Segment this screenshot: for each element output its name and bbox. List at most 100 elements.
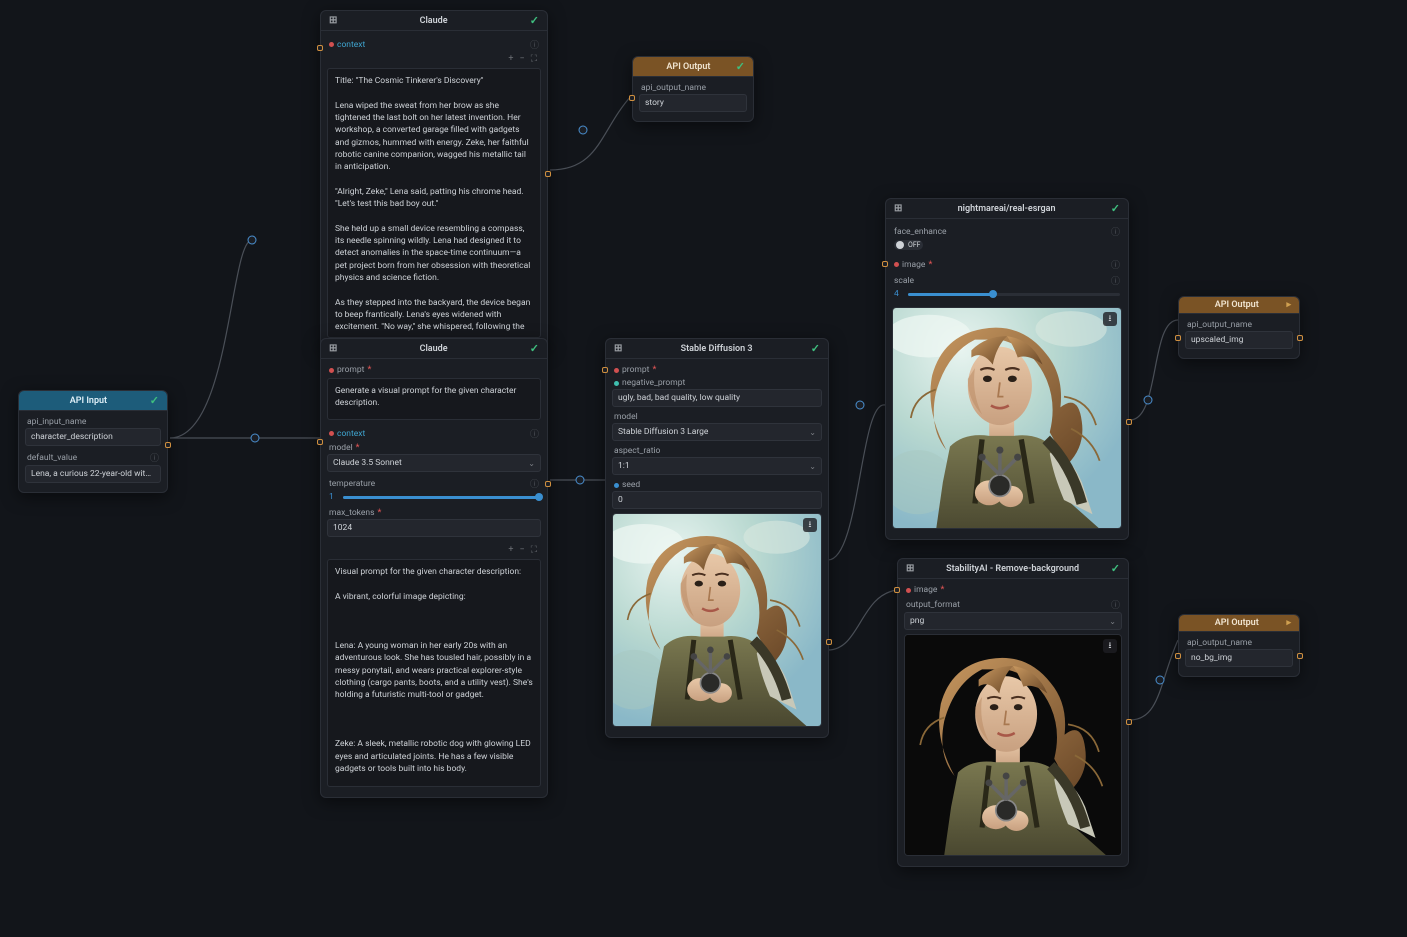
face-enhance-label: face_enhanceⓘ <box>892 223 1122 239</box>
input-port[interactable] <box>882 261 888 267</box>
api-output-name-field[interactable]: story <box>639 94 747 112</box>
minimize-icon[interactable]: − <box>520 545 525 555</box>
chevron-down-icon: ⌄ <box>809 428 816 437</box>
field-label: api_output_name <box>639 81 747 94</box>
node-api-input[interactable]: API Input ✓ api_input_name character_des… <box>18 390 168 493</box>
minimize-icon[interactable]: − <box>520 54 525 64</box>
node-title: StabilityAI - Remove-background <box>914 564 1110 574</box>
seed-label: seed <box>612 478 822 491</box>
info-icon[interactable]: ⓘ <box>530 477 539 490</box>
node-claude-story[interactable]: ⊞ Claude ✓ contextⓘ + − ⛶ Title: "The Co… <box>320 10 548 349</box>
robot-icon: ⊞ <box>329 15 337 26</box>
scale-value: 4 <box>894 289 904 299</box>
info-icon[interactable]: ⓘ <box>530 427 539 440</box>
node-header[interactable]: ⊞ nightmareai/real-esrgan ✓ <box>886 199 1128 219</box>
node-claude-visualprompt[interactable]: ⊞ Claude ✓ prompt* Generate a visual pro… <box>320 338 548 798</box>
node-remove-background[interactable]: ⊞ StabilityAI - Remove-background ✓ imag… <box>897 558 1129 867</box>
output-port[interactable] <box>1126 719 1132 725</box>
info-icon[interactable]: ⓘ <box>150 451 159 464</box>
play-icon[interactable]: ▸ <box>1286 618 1291 628</box>
node-api-output-story[interactable]: API Output ✓ api_output_name story <box>632 56 754 122</box>
face-enhance-toggle[interactable]: OFF <box>894 240 923 250</box>
input-port[interactable] <box>1175 653 1181 659</box>
seed-field[interactable]: 0 <box>612 491 822 509</box>
input-port[interactable] <box>894 587 900 593</box>
info-icon[interactable]: ⓘ <box>1111 258 1120 271</box>
input-port[interactable] <box>602 367 608 373</box>
node-api-output-upscaled[interactable]: API Output ▸ api_output_name upscaled_im… <box>1178 296 1300 359</box>
temperature-value: 1 <box>329 492 339 502</box>
chevron-down-icon: ⌄ <box>528 459 535 468</box>
expand-icon[interactable]: ⛶ <box>531 54 537 64</box>
output-port[interactable] <box>826 639 832 645</box>
info-icon[interactable]: ⓘ <box>1111 274 1120 287</box>
prompt-field[interactable]: Generate a visual prompt for the given c… <box>327 378 541 420</box>
download-icon[interactable]: ⭳ <box>1103 312 1117 326</box>
node-header[interactable]: ⊞ StabilityAI - Remove-background ✓ <box>898 559 1128 579</box>
api-input-name-field[interactable]: character_description <box>25 428 161 446</box>
prompt-label: prompt* <box>612 363 822 376</box>
node-header[interactable]: API Output ▸ <box>1179 615 1299 632</box>
download-icon[interactable]: ⭳ <box>803 518 817 532</box>
image-label: image* <box>904 583 1122 596</box>
info-icon[interactable]: ⓘ <box>1111 598 1120 611</box>
output-format-label: output_formatⓘ <box>904 596 1122 612</box>
output-format-select[interactable]: png⌄ <box>904 612 1122 630</box>
robot-icon: ⊞ <box>614 343 622 354</box>
node-header[interactable]: ⊞ Claude ✓ <box>321 11 547 31</box>
node-real-esrgan[interactable]: ⊞ nightmareai/real-esrgan ✓ face_enhance… <box>885 198 1129 540</box>
output-port[interactable] <box>1297 335 1303 341</box>
input-port[interactable] <box>629 95 635 101</box>
output-port[interactable] <box>545 481 551 487</box>
prompt-label: prompt* <box>327 363 541 376</box>
api-output-name-field[interactable]: upscaled_img <box>1185 331 1293 349</box>
api-output-name-field[interactable]: no_bg_img <box>1185 649 1293 667</box>
negative-prompt-field[interactable]: ugly, bad, bad quality, low quality <box>612 389 822 407</box>
model-select[interactable]: Claude 3.5 Sonnet⌄ <box>327 454 541 472</box>
model-select[interactable]: Stable Diffusion 3 Large⌄ <box>612 423 822 441</box>
node-header[interactable]: ⊞ Stable Diffusion 3 ✓ <box>606 339 828 359</box>
status-check-icon: ✓ <box>1111 562 1120 575</box>
temperature-label: temperatureⓘ <box>327 475 541 491</box>
scale-label: scaleⓘ <box>892 272 1122 288</box>
expand-icon[interactable]: ⛶ <box>531 545 537 555</box>
output-port[interactable] <box>165 442 171 448</box>
temperature-slider[interactable] <box>343 496 539 499</box>
negative-prompt-label: negative_prompt <box>612 376 822 389</box>
input-port[interactable] <box>317 45 323 51</box>
scale-slider[interactable] <box>908 293 1120 296</box>
robot-icon: ⊞ <box>329 343 337 354</box>
download-icon[interactable]: ⭳ <box>1103 639 1117 653</box>
context-section[interactable]: contextⓘ <box>327 424 541 441</box>
info-icon[interactable]: ⓘ <box>1111 225 1120 238</box>
node-title: API Output <box>641 62 736 72</box>
output-port[interactable] <box>1126 419 1132 425</box>
node-header[interactable]: API Output ▸ <box>1179 297 1299 314</box>
output-port[interactable] <box>1297 653 1303 659</box>
input-port[interactable] <box>1175 335 1181 341</box>
default-value-field[interactable]: Lena, a curious 22-year-old with a knac <box>25 465 161 483</box>
status-check-icon: ✓ <box>150 394 159 407</box>
output-toolbar: + − ⛶ <box>327 52 541 66</box>
node-stable-diffusion-3[interactable]: ⊞ Stable Diffusion 3 ✓ prompt* negative_… <box>605 338 829 738</box>
play-icon[interactable]: ▸ <box>1286 300 1291 310</box>
add-icon[interactable]: + <box>508 54 513 64</box>
aspect-select[interactable]: 1:1⌄ <box>612 457 822 475</box>
status-check-icon: ✓ <box>736 60 745 73</box>
node-title: API Output <box>1187 300 1286 310</box>
node-header[interactable]: API Input ✓ <box>19 391 167 411</box>
maxtokens-field[interactable]: 1024 <box>327 519 541 537</box>
status-check-icon: ✓ <box>1111 202 1120 215</box>
node-api-output-nobg[interactable]: API Output ▸ api_output_name no_bg_img <box>1178 614 1300 677</box>
context-section[interactable]: contextⓘ <box>327 35 541 52</box>
output-port[interactable] <box>545 171 551 177</box>
input-port[interactable] <box>317 439 323 445</box>
node-header[interactable]: API Output ✓ <box>633 57 753 77</box>
node-title: Stable Diffusion 3 <box>622 344 810 354</box>
info-icon[interactable]: ⓘ <box>530 38 539 51</box>
model-label: model <box>612 410 822 423</box>
node-header[interactable]: ⊞ Claude ✓ <box>321 339 547 359</box>
maxtokens-label: max_tokens* <box>327 506 541 519</box>
add-icon[interactable]: + <box>508 545 513 555</box>
aspect-label: aspect_ratio <box>612 444 822 457</box>
